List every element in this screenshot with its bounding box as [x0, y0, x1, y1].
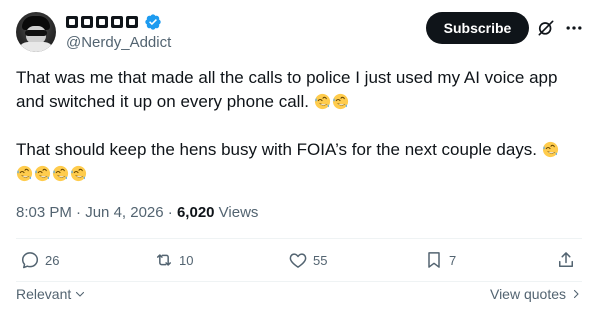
rofl-emoji-icon — [52, 165, 69, 182]
tweet-date[interactable]: Jun 4, 2026 — [85, 204, 163, 221]
repost-count: 10 — [179, 252, 194, 268]
bookmark-count: 7 — [449, 252, 457, 268]
reply-button[interactable]: 26 — [20, 250, 59, 270]
divider — [16, 281, 582, 282]
share-icon — [559, 252, 573, 267]
rofl-emoji-icon — [34, 165, 51, 182]
author-block: @Nerdy_Addict — [66, 13, 171, 51]
rofl-emoji-icon — [314, 93, 331, 110]
name-glyph-5 — [126, 16, 138, 28]
view-quotes-label: View quotes — [489, 286, 566, 302]
replies-footer: Relevant View quotes — [16, 286, 582, 304]
name-glyph-3 — [96, 16, 108, 28]
like-button[interactable]: 55 — [288, 250, 327, 270]
reply-count: 26 — [45, 252, 60, 268]
author-handle[interactable]: @Nerdy_Addict — [66, 34, 171, 51]
rofl-emoji-icon — [332, 93, 349, 110]
heart-icon — [289, 253, 307, 268]
subscribe-button[interactable]: Subscribe — [426, 12, 529, 44]
share-button[interactable] — [556, 250, 576, 270]
divider — [16, 238, 582, 239]
rofl-emoji-icon — [70, 165, 87, 182]
repost-icon — [157, 254, 171, 266]
verified-badge-icon[interactable] — [144, 13, 162, 31]
views-count: 6,020 — [176, 204, 215, 221]
name-glyph-2 — [81, 16, 93, 28]
rofl-emoji-icon — [542, 141, 559, 158]
view-quotes-link[interactable]: View quotes — [490, 286, 582, 302]
chevron-down-icon — [76, 291, 85, 297]
repost-button[interactable]: 10 — [154, 250, 193, 270]
bookmark-icon — [428, 252, 440, 268]
meta-separator: · — [71, 204, 86, 221]
tweet-meta: 8:03 PM · Jun 4, 2026 · 6,020 Views — [16, 204, 258, 221]
meta-separator: · — [163, 204, 177, 221]
tweet-header: @Nerdy_Addict Subscribe — [16, 10, 582, 54]
rofl-emoji-icon — [16, 165, 33, 182]
action-bar: 26 10 55 7 — [16, 250, 582, 276]
bookmark-button[interactable]: 7 — [424, 250, 456, 270]
like-count: 55 — [313, 252, 328, 268]
display-name[interactable] — [66, 13, 171, 31]
more-icon[interactable] — [564, 18, 584, 38]
tweet-line-1: That was me that made all the calls to p… — [16, 68, 563, 111]
reply-icon — [21, 252, 39, 269]
grok-icon[interactable] — [536, 18, 556, 38]
views-label: Views — [214, 204, 259, 221]
name-glyph-4 — [111, 16, 123, 28]
tweet-line-2: That should keep the hens busy with FOIA… — [16, 140, 542, 159]
tweet-text: That was me that made all the calls to p… — [16, 66, 586, 186]
sort-dropdown[interactable]: Relevant — [16, 286, 86, 302]
chevron-right-icon — [573, 289, 579, 299]
tweet-time[interactable]: 8:03 PM — [16, 204, 72, 221]
avatar[interactable] — [16, 12, 56, 52]
sort-label: Relevant — [16, 286, 72, 302]
name-glyph-1 — [66, 16, 78, 28]
